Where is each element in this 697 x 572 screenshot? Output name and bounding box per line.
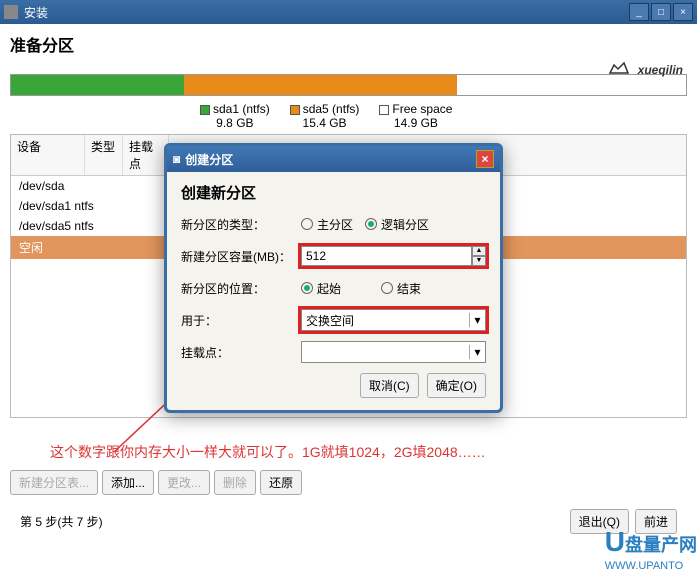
logical-radio[interactable]: 逻辑分区 xyxy=(365,216,429,233)
location-label: 新分区的位置： xyxy=(181,280,301,297)
size-spinner[interactable]: ▲▼ xyxy=(472,246,486,266)
dialog-close-button[interactable]: × xyxy=(476,150,494,168)
create-partition-dialog: ◙ 创建分区 × 创建新分区 新分区的类型： 主分区 逻辑分区 新建分区容量(M… xyxy=(164,143,503,413)
mount-label: 挂载点： xyxy=(181,344,301,361)
watermark: xueqilin xyxy=(606,54,683,80)
spin-down-icon: ▼ xyxy=(472,256,486,266)
chevron-down-icon: ▾ xyxy=(469,313,485,327)
ok-button[interactable]: 确定(O) xyxy=(427,373,486,398)
step-label: 第 5 步(共 7 步) xyxy=(20,513,103,530)
legend-item: sda1 (ntfs) 9.8 GB xyxy=(200,102,270,130)
legend-item: sda5 (ntfs) 15.4 GB xyxy=(290,102,360,130)
use-select[interactable]: 交换空间 ▾ xyxy=(301,309,486,331)
col-mount[interactable]: 挂载点 xyxy=(123,135,169,175)
disk-icon: ◙ xyxy=(173,152,180,166)
dialog-title: 创建分区 xyxy=(185,151,233,168)
window-title: 安装 xyxy=(24,4,48,21)
minimize-button[interactable]: _ xyxy=(629,3,649,21)
site-watermark: U盘量产网 WWW.UPANTO xyxy=(605,526,697,572)
size-input[interactable] xyxy=(301,246,472,266)
size-label: 新建分区容量(MB)： xyxy=(181,248,301,265)
new-partition-table-button[interactable]: 新建分区表... xyxy=(10,470,98,495)
change-button[interactable]: 更改... xyxy=(158,470,210,495)
page-title: 准备分区 xyxy=(10,32,687,56)
maximize-button[interactable]: □ xyxy=(651,3,671,21)
legend-swatch xyxy=(379,105,389,115)
chevron-down-icon: ▾ xyxy=(469,345,485,359)
legend-swatch xyxy=(290,105,300,115)
cancel-button[interactable]: 取消(C) xyxy=(360,373,419,398)
use-label: 用于： xyxy=(181,312,301,329)
partition-bar xyxy=(10,74,687,96)
close-button[interactable]: × xyxy=(673,3,693,21)
legend: sda1 (ntfs) 9.8 GB sda5 (ntfs) 15.4 GB F… xyxy=(200,102,687,130)
partition-seg-sda5 xyxy=(184,75,457,95)
type-label: 新分区的类型： xyxy=(181,216,301,233)
end-radio[interactable]: 结束 xyxy=(381,280,421,297)
begin-radio[interactable]: 起始 xyxy=(301,280,341,297)
main-titlebar: 安装 _ □ × xyxy=(0,0,697,24)
horse-icon xyxy=(606,57,632,79)
spin-up-icon: ▲ xyxy=(472,246,486,256)
add-button[interactable]: 添加... xyxy=(102,470,154,495)
partition-seg-sda1 xyxy=(11,75,184,95)
app-icon xyxy=(4,5,18,19)
col-type[interactable]: 类型 xyxy=(85,135,123,175)
revert-button[interactable]: 还原 xyxy=(260,470,302,495)
col-device[interactable]: 设备 xyxy=(11,135,85,175)
legend-swatch xyxy=(200,105,210,115)
primary-radio[interactable]: 主分区 xyxy=(301,216,353,233)
dialog-titlebar[interactable]: ◙ 创建分区 × xyxy=(167,146,500,172)
mount-select[interactable]: ▾ xyxy=(301,341,486,363)
annotation-text: 这个数字跟你内存大小一样大就可以了。1G就填1024，2G填2048…… xyxy=(50,442,687,462)
delete-button[interactable]: 删除 xyxy=(214,470,256,495)
footer: 第 5 步(共 7 步) 退出(Q) 前进 xyxy=(10,509,687,534)
button-row: 新建分区表... 添加... 更改... 删除 还原 xyxy=(10,470,687,495)
dialog-heading: 创建新分区 xyxy=(181,182,486,203)
legend-item: Free space 14.9 GB xyxy=(379,102,452,130)
